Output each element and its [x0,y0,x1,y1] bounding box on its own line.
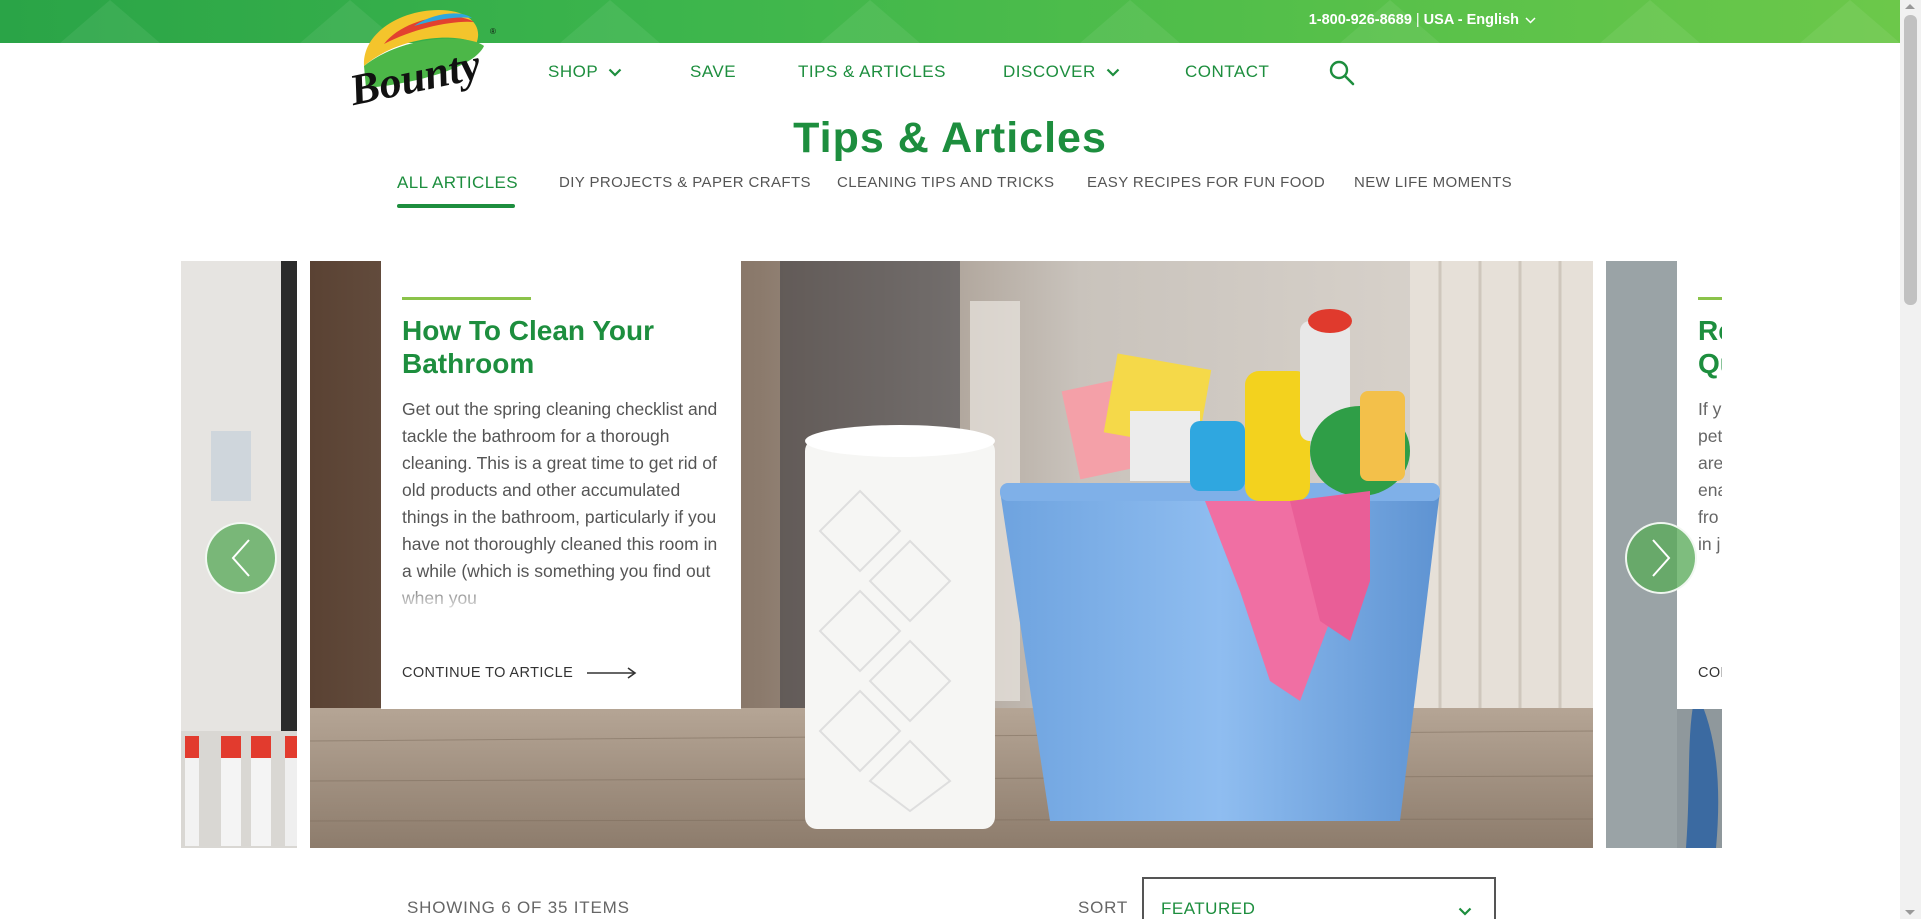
next-article-title-line-2: Qu [1698,348,1722,379]
nav-tips-label: TIPS & ARTICLES [798,62,946,81]
excerpt-line: fro [1698,507,1719,527]
bounty-logo[interactable]: Bounty ® [344,4,500,106]
chevron-down-icon [608,68,622,77]
chevron-left-icon [231,539,250,577]
article-excerpt: Get out the spring cleaning checklist an… [402,396,721,612]
continue-to-article-link[interactable]: CONTINUE TO ARTICLE [402,665,637,681]
tab-diy-projects[interactable]: DIY PROJECTS & PAPER CRAFTS [559,174,811,191]
nav-discover-label: DISCOVER [1003,62,1096,81]
scroll-down-arrow[interactable] [1905,910,1915,915]
nav-shop[interactable]: SHOP [548,62,622,82]
sort-dropdown[interactable]: FEATURED [1142,877,1496,919]
carousel-prev-button[interactable] [205,522,277,594]
chevron-down-icon [1458,907,1472,916]
svg-text:®: ® [490,27,496,36]
card-accent-rule [1698,297,1722,300]
next-article-title-line-1: Re [1698,315,1722,346]
nav-contact-label: CONTACT [1185,62,1270,81]
featured-article-card: How To Clean Your Bathroom Get out the s… [381,261,741,709]
tab-easy-recipes[interactable]: EASY RECIPES FOR FUN FOOD [1087,174,1325,191]
arrow-right-icon [587,667,637,679]
page-title: Tips & Articles [793,114,1107,162]
continue-link-label: CONTINUE TO ARTICLE [402,665,574,681]
excerpt-line: ena [1698,480,1722,500]
tab-new-life-moments[interactable]: NEW LIFE MOMENTS [1354,174,1512,191]
nav-contact[interactable]: CONTACT [1185,62,1269,82]
chevron-right-icon [1652,539,1671,577]
nav-discover[interactable]: DISCOVER [1003,62,1120,82]
separator: | [1415,12,1420,28]
nav-tips-articles[interactable]: TIPS & ARTICLES [798,62,946,82]
next-continue-link[interactable]: CON [1698,665,1722,681]
scroll-thumb[interactable] [1904,15,1917,305]
excerpt-line: are [1698,453,1722,473]
active-tab-underline [397,204,515,208]
nav-save-label: SAVE [690,62,737,81]
article-title[interactable]: How To Clean Your Bathroom [402,314,721,380]
next-article-excerpt: If y pet are ena fro in j [1698,396,1722,558]
item-count: SHOWING 6 OF 35 ITEMS [407,898,630,917]
scroll-up-arrow[interactable] [1905,4,1915,9]
top-utility-bar: 1-800-926-8689 | USA - English [0,0,1900,43]
topbar-pattern [60,0,1900,43]
tab-all-articles[interactable]: ALL ARTICLES [397,173,518,193]
next-article-card: Re Qu If y pet are ena fro in j CON [1677,261,1722,709]
search-icon[interactable] [1329,60,1355,86]
excerpt-line: in j [1698,534,1721,554]
excerpt-line: pet [1698,426,1722,446]
region-selector[interactable]: USA - English [1424,12,1519,28]
article-carousel: How To Clean Your Bathroom Get out the s… [181,261,1722,848]
carousel-next-button[interactable] [1625,522,1697,594]
nav-shop-label: SHOP [548,62,599,81]
sort-label: SORT [1078,898,1129,917]
contact-region: 1-800-926-8689 | USA - English [1309,12,1536,28]
excerpt-line: If y [1698,399,1722,419]
sort-selected-value: FEATURED [1161,899,1256,918]
card-accent-rule [402,297,531,300]
tab-cleaning-tips[interactable]: CLEANING TIPS AND TRICKS [837,174,1054,191]
chevron-down-icon [1106,68,1120,77]
chevron-down-icon[interactable] [1525,16,1536,24]
page-scrollbar[interactable] [1900,0,1921,919]
carousel-slide-main: How To Clean Your Bathroom Get out the s… [310,261,1593,848]
nav-save[interactable]: SAVE [690,62,736,82]
phone-number[interactable]: 1-800-926-8689 [1309,12,1412,28]
